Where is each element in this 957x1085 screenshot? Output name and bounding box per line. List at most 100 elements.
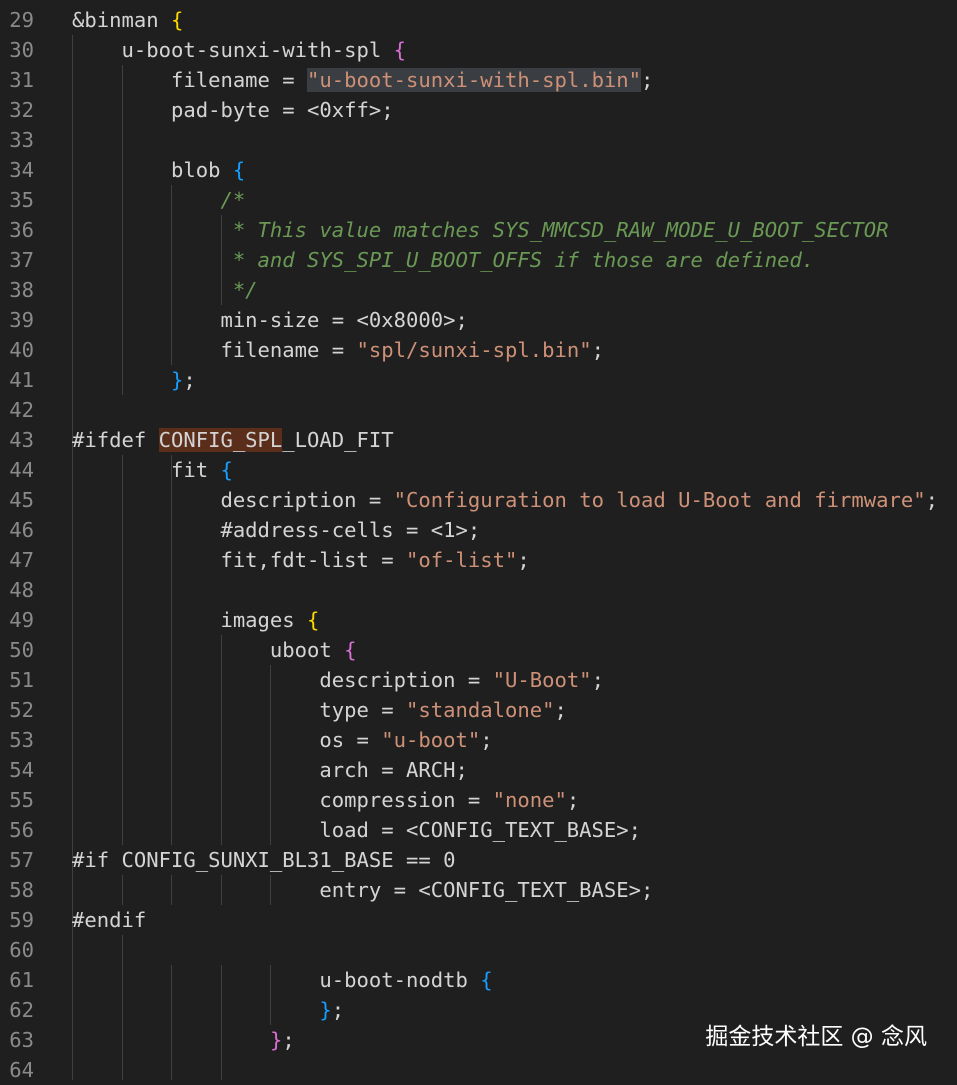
line-number: 50: [9, 638, 34, 662]
code-token: {: [480, 968, 493, 992]
code-text: pad-byte = <0xff>;: [72, 95, 394, 125]
code-line[interactable]: 32 pad-byte = <0xff>;: [0, 95, 957, 125]
code-token: ;: [591, 338, 604, 362]
code-text: compression = "none";: [72, 785, 579, 815]
code-token: }: [269, 1028, 283, 1052]
code-line[interactable]: 59 #endif: [0, 905, 957, 935]
code-token: ;: [183, 368, 196, 392]
code-line[interactable]: 56 load = <CONFIG_TEXT_BASE>;: [0, 815, 957, 845]
code-text: entry = <CONFIG_TEXT_BASE>;: [72, 875, 653, 905]
code-line[interactable]: 47 fit,fdt-list = "of-list";: [0, 545, 957, 575]
code-line[interactable]: 46 #address-cells = <1>;: [0, 515, 957, 545]
code-line[interactable]: 33: [0, 125, 957, 155]
line-number: 54: [9, 758, 34, 782]
code-text: };: [72, 365, 196, 395]
line-number: 55: [9, 788, 34, 812]
line-number: 33: [9, 128, 34, 152]
code-token: filename =: [72, 338, 357, 362]
code-line[interactable]: 49 images {: [0, 605, 957, 635]
code-line[interactable]: 44 fit {: [0, 455, 957, 485]
code-token: "of-list": [406, 548, 518, 572]
code-token: ;: [566, 788, 580, 812]
line-number: 52: [9, 698, 34, 722]
line-number: 42: [9, 398, 34, 422]
code-line[interactable]: 37 * and SYS_SPI_U_BOOT_OFFS if those ar…: [0, 245, 957, 275]
code-token: fit: [72, 458, 221, 482]
code-line[interactable]: 35 /*: [0, 185, 957, 215]
code-line[interactable]: 31 filename = "u-boot-sunxi-with-spl.bin…: [0, 65, 957, 95]
code-token: /*: [72, 188, 246, 212]
code-line[interactable]: 38 */: [0, 275, 957, 305]
code-token: ;: [282, 1028, 295, 1052]
code-token: min-size = <0x8000>;: [72, 308, 468, 332]
code-text: };: [72, 995, 344, 1025]
code-token: "none": [492, 788, 567, 812]
code-token: {: [344, 638, 357, 662]
line-number: 30: [9, 38, 34, 62]
code-line[interactable]: 43 #ifdef CONFIG_SPL_LOAD_FIT: [0, 425, 957, 455]
code-text: #if CONFIG_SUNXI_BL31_BASE == 0: [72, 845, 455, 875]
line-number: 47: [9, 548, 34, 572]
code-token: ;: [331, 998, 345, 1022]
code-token: {: [393, 38, 407, 62]
code-text: load = <CONFIG_TEXT_BASE>;: [72, 815, 641, 845]
code-line[interactable]: 53 os = "u-boot";: [0, 725, 957, 755]
code-line[interactable]: 51 description = "U-Boot";: [0, 665, 957, 695]
code-line[interactable]: 39 min-size = <0x8000>;: [0, 305, 957, 335]
code-token: _LOAD_FIT: [282, 428, 394, 452]
code-text: blob {: [72, 155, 245, 185]
code-token: pad-byte = <0xff>;: [72, 98, 394, 122]
code-text: */: [72, 275, 258, 305]
line-number: 60: [9, 938, 34, 962]
code-line[interactable]: 54 arch = ARCH;: [0, 755, 957, 785]
code-line[interactable]: 64: [0, 1055, 957, 1085]
line-number: 64: [9, 1058, 34, 1082]
code-token: u-boot-sunxi-with-spl: [72, 38, 394, 62]
code-line[interactable]: 42: [0, 395, 957, 425]
line-number: 32: [9, 98, 34, 122]
code-text: images {: [72, 605, 319, 635]
code-token: #address-cells = <1>;: [72, 518, 481, 542]
line-number: 48: [9, 578, 34, 602]
code-token: {: [307, 608, 320, 632]
code-line[interactable]: 36 * This value matches SYS_MMCSD_RAW_MO…: [0, 215, 957, 245]
line-number: 62: [9, 998, 34, 1022]
code-text: fit {: [72, 455, 233, 485]
code-line[interactable]: 40 filename = "spl/sunxi-spl.bin";: [0, 335, 957, 365]
code-line[interactable]: 34 blob {: [0, 155, 957, 185]
code-token: compression =: [72, 788, 493, 812]
code-line[interactable]: 48: [0, 575, 957, 605]
line-number: 41: [9, 368, 34, 392]
code-token: {: [220, 458, 233, 482]
code-token: arch = ARCH;: [72, 758, 468, 782]
code-line[interactable]: 52 type = "standalone";: [0, 695, 957, 725]
code-token: &binman: [72, 8, 171, 32]
code-line[interactable]: 58 entry = <CONFIG_TEXT_BASE>;: [0, 875, 957, 905]
line-number: 40: [9, 338, 34, 362]
code-token: os =: [72, 728, 382, 752]
code-line[interactable]: 45 description = "Configuration to load …: [0, 485, 957, 515]
code-token: "u-boot": [381, 728, 481, 752]
code-token: entry = <CONFIG_TEXT_BASE>;: [72, 878, 654, 902]
code-text: #ifdef CONFIG_SPL_LOAD_FIT: [72, 425, 394, 455]
code-line[interactable]: 60: [0, 935, 957, 965]
code-token: load = <CONFIG_TEXT_BASE>;: [72, 818, 642, 842]
code-line[interactable]: 61 u-boot-nodtb {: [0, 965, 957, 995]
line-number: 44: [9, 458, 34, 482]
code-token: ;: [925, 488, 938, 512]
code-line[interactable]: 57 #if CONFIG_SUNXI_BL31_BASE == 0: [0, 845, 957, 875]
code-line[interactable]: 55 compression = "none";: [0, 785, 957, 815]
line-number: 49: [9, 608, 34, 632]
code-line[interactable]: 30 u-boot-sunxi-with-spl {: [0, 35, 957, 65]
code-line[interactable]: 29 &binman {: [0, 5, 957, 35]
code-text: min-size = <0x8000>;: [72, 305, 468, 335]
code-token: #endif: [72, 908, 147, 932]
code-line[interactable]: 50 uboot {: [0, 635, 957, 665]
code-editor[interactable]: 29 &binman {30 u-boot-sunxi-with-spl {31 …: [0, 0, 957, 1082]
line-number: 51: [9, 668, 34, 692]
code-text: os = "u-boot";: [72, 725, 492, 755]
code-line[interactable]: 41 };: [0, 365, 957, 395]
code-token: * and SYS_SPI_U_BOOT_OFFS if those are d…: [72, 248, 815, 272]
